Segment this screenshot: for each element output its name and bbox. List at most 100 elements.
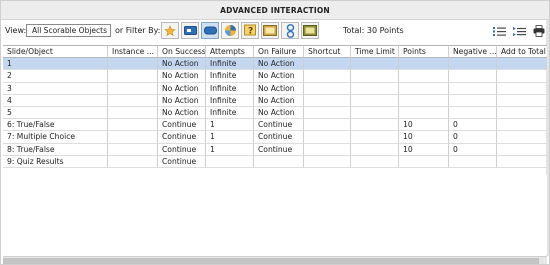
table-cell[interactable] bbox=[108, 106, 158, 120]
table-row[interactable]: 1 No Action Infinite No Action bbox=[3, 58, 547, 71]
table-cell[interactable]: 1 bbox=[206, 143, 254, 156]
table-cell[interactable]: No Action bbox=[158, 70, 206, 83]
table-cell[interactable] bbox=[304, 155, 351, 168]
table-cell[interactable] bbox=[108, 70, 158, 83]
print-button[interactable] bbox=[532, 25, 546, 37]
table-cell[interactable] bbox=[399, 155, 449, 168]
table-cell[interactable]: 0 bbox=[449, 131, 497, 144]
filter-question-button[interactable]: ? bbox=[241, 22, 259, 39]
table-cell[interactable]: Infinite bbox=[206, 82, 254, 95]
table-cell[interactable] bbox=[108, 155, 158, 168]
table-cell[interactable] bbox=[399, 82, 449, 95]
table-cell[interactable] bbox=[304, 143, 351, 156]
column-header[interactable]: Points bbox=[399, 46, 449, 59]
table-cell[interactable] bbox=[497, 70, 547, 83]
column-header[interactable]: On Failure bbox=[254, 46, 304, 59]
table-cell[interactable] bbox=[351, 131, 399, 144]
table-cell[interactable]: No Action bbox=[254, 106, 304, 120]
table-cell[interactable] bbox=[449, 70, 497, 83]
filter-button-button[interactable] bbox=[181, 22, 199, 39]
table-cell[interactable] bbox=[497, 156, 547, 168]
table-cell[interactable] bbox=[108, 94, 158, 107]
table-cell[interactable] bbox=[351, 143, 399, 156]
column-header[interactable]: On Success bbox=[158, 46, 206, 59]
table-cell[interactable] bbox=[108, 143, 158, 156]
table-cell[interactable] bbox=[497, 131, 547, 144]
table-cell[interactable]: 10 bbox=[399, 143, 449, 156]
collapse-all-button[interactable] bbox=[512, 25, 526, 37]
table-cell[interactable] bbox=[449, 58, 497, 71]
column-header[interactable]: Negative ... bbox=[449, 46, 497, 59]
filter-rollover-button[interactable] bbox=[221, 22, 239, 39]
column-header[interactable]: Slide/Object bbox=[3, 46, 108, 59]
table-cell[interactable] bbox=[449, 82, 497, 95]
table-cell[interactable] bbox=[449, 106, 497, 120]
filter-frame-button[interactable] bbox=[301, 22, 319, 39]
table-row[interactable]: 9: Quiz Results Continue bbox=[3, 155, 547, 168]
table-cell[interactable]: 0 bbox=[449, 119, 497, 132]
table-row[interactable]: 8: True/False Continue 1 Continue 10 0 bbox=[3, 143, 547, 156]
table-cell[interactable] bbox=[108, 119, 158, 132]
table-cell[interactable] bbox=[399, 70, 449, 83]
table-cell[interactable] bbox=[304, 131, 351, 144]
table-cell[interactable] bbox=[351, 94, 399, 107]
table-cell[interactable] bbox=[304, 58, 351, 71]
table-cell[interactable] bbox=[497, 107, 547, 120]
table-cell[interactable] bbox=[449, 94, 497, 107]
table-cell[interactable]: 8: True/False bbox=[3, 143, 108, 156]
table-cell[interactable] bbox=[351, 58, 399, 71]
table-cell[interactable]: 7: Multiple Choice bbox=[3, 131, 108, 144]
table-cell[interactable]: Infinite bbox=[206, 70, 254, 83]
table-cell[interactable] bbox=[108, 58, 158, 71]
table-cell[interactable]: Infinite bbox=[206, 58, 254, 71]
table-cell[interactable] bbox=[108, 82, 158, 95]
table-cell[interactable] bbox=[399, 94, 449, 107]
horizontal-scrollbar[interactable] bbox=[3, 256, 547, 264]
table-cell[interactable]: 3 bbox=[3, 82, 108, 95]
table-cell[interactable]: Infinite bbox=[206, 94, 254, 107]
table-cell[interactable]: Continue bbox=[254, 143, 304, 156]
view-dropdown[interactable]: All Scorable Objects bbox=[26, 24, 111, 37]
table-cell[interactable]: No Action bbox=[158, 82, 206, 95]
table-cell[interactable] bbox=[304, 119, 351, 132]
table-cell[interactable]: Continue bbox=[158, 155, 206, 168]
table-cell[interactable]: 10 bbox=[399, 131, 449, 144]
table-cell[interactable]: Continue bbox=[158, 131, 206, 144]
table-cell[interactable]: Continue bbox=[158, 119, 206, 132]
table-cell[interactable]: 10 bbox=[399, 119, 449, 132]
table-cell[interactable]: No Action bbox=[254, 70, 304, 83]
table-row[interactable]: 2 No Action Infinite No Action bbox=[3, 70, 547, 83]
filter-slide-button[interactable] bbox=[261, 22, 279, 39]
table-cell[interactable]: 9: Quiz Results bbox=[3, 155, 108, 168]
column-header[interactable]: Instance ... bbox=[108, 46, 158, 59]
filter-link-button[interactable] bbox=[281, 22, 299, 39]
table-cell[interactable]: Infinite bbox=[206, 106, 254, 120]
table-cell[interactable]: No Action bbox=[158, 58, 206, 71]
table-cell[interactable]: No Action bbox=[254, 94, 304, 107]
table-cell[interactable]: Continue bbox=[158, 143, 206, 156]
table-cell[interactable] bbox=[304, 82, 351, 95]
table-cell[interactable]: Continue bbox=[254, 119, 304, 132]
table-cell[interactable] bbox=[399, 58, 449, 71]
table-cell[interactable] bbox=[351, 119, 399, 132]
table-cell[interactable] bbox=[497, 83, 547, 95]
table-cell[interactable]: 4 bbox=[3, 94, 108, 107]
table-cell[interactable]: Continue bbox=[254, 131, 304, 144]
filter-star-button[interactable] bbox=[161, 22, 179, 39]
table-cell[interactable] bbox=[497, 95, 547, 107]
column-header[interactable]: Add to Total bbox=[497, 46, 547, 59]
table-cell[interactable] bbox=[497, 144, 547, 156]
table-row[interactable]: 7: Multiple Choice Continue 1 Continue 10 0 bbox=[3, 131, 547, 144]
table-cell[interactable] bbox=[449, 155, 497, 168]
table-cell[interactable]: 1 bbox=[206, 119, 254, 132]
table-cell[interactable] bbox=[254, 155, 304, 168]
table-cell[interactable] bbox=[497, 58, 547, 71]
table-cell[interactable]: No Action bbox=[254, 58, 304, 71]
column-header[interactable]: Time Limit bbox=[351, 46, 399, 59]
table-cell[interactable] bbox=[399, 106, 449, 120]
table-cell[interactable]: 1 bbox=[3, 58, 108, 71]
filter-shape-button-button[interactable] bbox=[201, 22, 219, 39]
table-cell[interactable]: No Action bbox=[158, 106, 206, 120]
table-cell[interactable]: 6: True/False bbox=[3, 119, 108, 132]
table-cell[interactable] bbox=[497, 119, 547, 132]
